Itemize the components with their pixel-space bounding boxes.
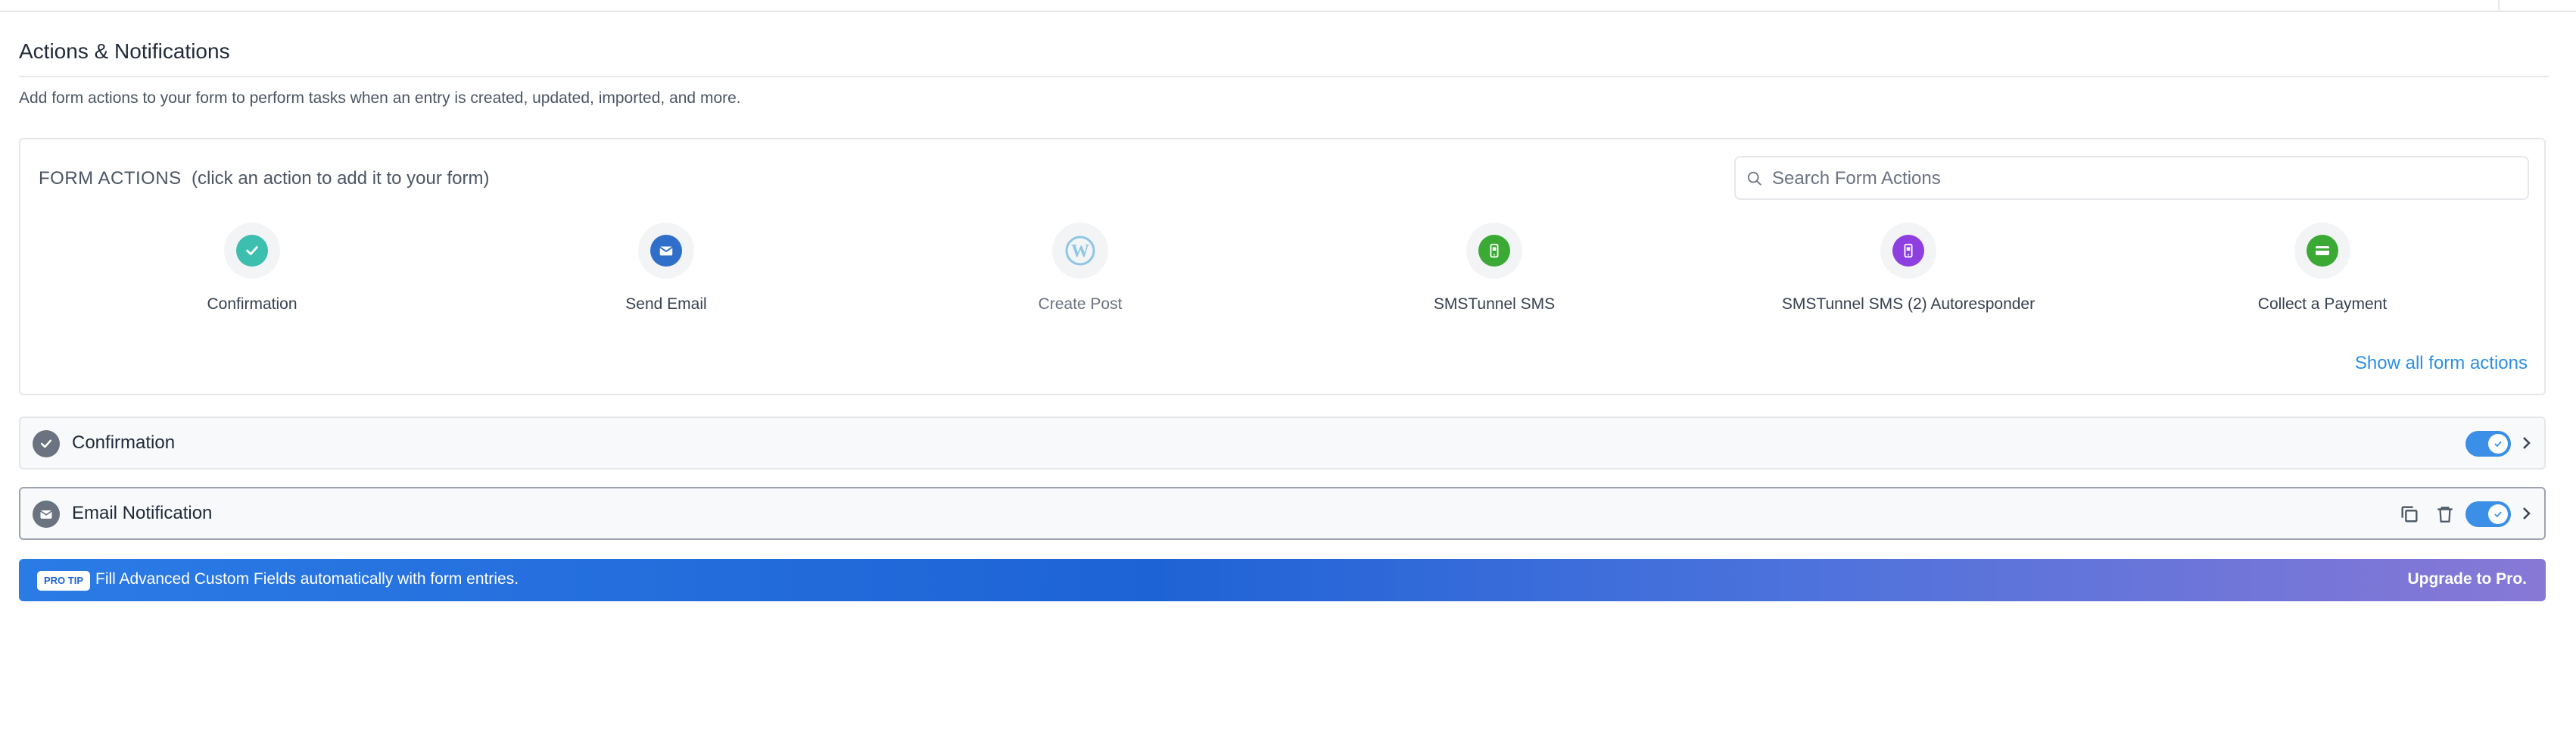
action-row-title: Confirmation [72, 432, 176, 453]
form-actions-heading: FORM ACTIONS [39, 168, 182, 189]
action-label: Send Email [625, 295, 707, 313]
check-icon [236, 235, 268, 267]
enable-toggle[interactable] [2465, 501, 2511, 527]
top-divider [2498, 0, 2500, 11]
svg-text:W: W [1071, 242, 1089, 261]
phone-icon [1892, 235, 1924, 267]
search-form-actions[interactable] [1734, 156, 2529, 200]
chevron-right-icon[interactable] [2520, 435, 2534, 451]
form-actions-hint: (click an action to add it to your form) [192, 168, 490, 189]
action-label: SMSTunnel SMS (2) Autoresponder [1781, 295, 2036, 313]
action-row-confirmation[interactable]: Confirmation [19, 416, 2546, 470]
envelope-icon [33, 501, 60, 528]
action-create-post[interactable]: W Create Post [891, 223, 1269, 321]
action-row-email-notification[interactable]: Email Notification [19, 487, 2546, 540]
check-icon [2494, 511, 2502, 518]
upgrade-to-pro-link[interactable]: Upgrade to Pro. [2407, 570, 2527, 588]
action-collect-payment[interactable]: Collect a Payment [2133, 223, 2512, 321]
form-actions-panel: FORM ACTIONS (click an action to add it … [19, 138, 2546, 395]
action-label: Collect a Payment [2257, 295, 2388, 313]
duplicate-icon[interactable] [2399, 504, 2420, 525]
pro-tip-badge: PRO TIP [37, 571, 91, 591]
chevron-right-icon[interactable] [2520, 506, 2534, 521]
top-border [0, 0, 2576, 12]
action-label: Create Post [1038, 295, 1123, 313]
enable-toggle[interactable] [2465, 431, 2511, 457]
action-confirmation[interactable]: Confirmation [63, 223, 441, 321]
pro-tip-text: Fill Advanced Custom Fields automaticall… [95, 570, 519, 588]
show-all-form-actions-link[interactable]: Show all form actions [2355, 353, 2528, 374]
action-row-title: Email Notification [72, 503, 213, 523]
section-title: Actions & Notifications [19, 39, 230, 63]
action-label: Confirmation [207, 295, 297, 313]
wordpress-icon: W [1064, 235, 1096, 267]
action-smstunnel-sms[interactable]: SMSTunnel SMS [1305, 223, 1684, 321]
credit-card-icon [2307, 235, 2338, 267]
action-smstunnel-autoresponder[interactable]: SMSTunnel SMS (2) Autoresponder [1719, 223, 2098, 321]
action-label: SMSTunnel SMS [1433, 295, 1556, 313]
pro-tip-banner: PRO TIP Fill Advanced Custom Fields auto… [19, 559, 2546, 601]
title-divider [19, 76, 2549, 77]
phone-icon [1478, 235, 1510, 267]
search-input[interactable] [1771, 158, 2523, 200]
trash-icon[interactable] [2435, 504, 2455, 525]
check-icon [2494, 441, 2502, 448]
section-description: Add form actions to your form to perform… [19, 89, 741, 107]
search-icon [1747, 171, 1761, 186]
envelope-icon [650, 235, 682, 267]
action-send-email[interactable]: Send Email [477, 223, 855, 321]
check-icon [33, 430, 60, 457]
